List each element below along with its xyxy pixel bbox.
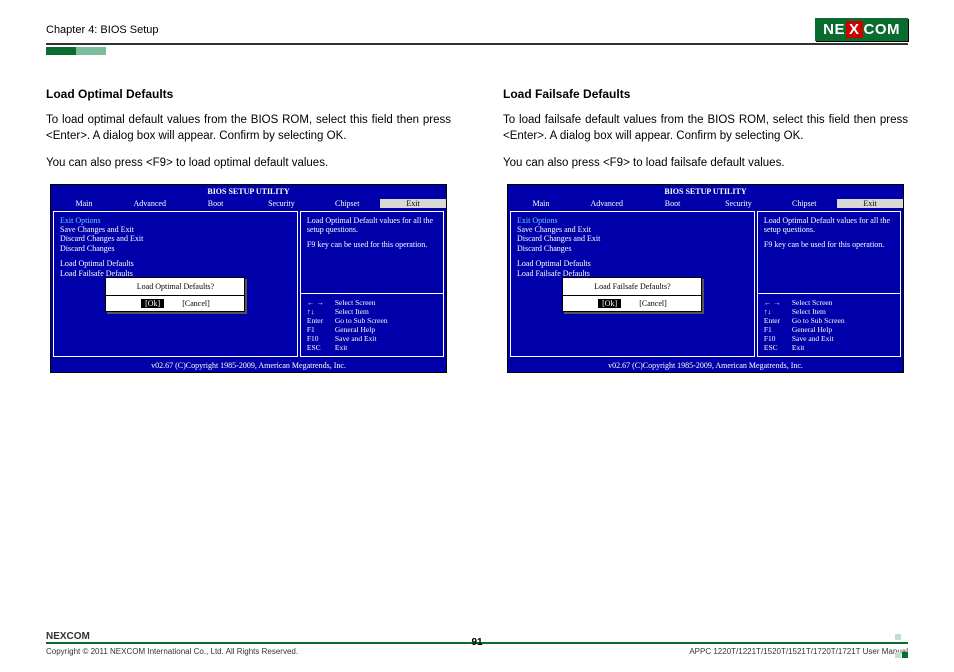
bios-item[interactable]: Discard Changes and Exit [517, 234, 748, 244]
confirm-dialog: Load Optimal Defaults? [Ok] [Cancel] [105, 277, 245, 312]
para-optimal-1: To load optimal default values from the … [46, 113, 451, 144]
decorative-squares [894, 627, 908, 663]
bios-tab-boot[interactable]: Boot [183, 199, 249, 208]
bios-tab-exit[interactable]: Exit [380, 199, 446, 208]
exit-options-heading: Exit Options [517, 216, 748, 225]
section-title-optimal: Load Optimal Defaults [46, 87, 451, 101]
nav-help: ← →Select Screen ↑↓Select Item EnterGo t… [764, 289, 894, 352]
confirm-dialog: Load Failsafe Defaults? [Ok] [Cancel] [562, 277, 702, 312]
bios-tab-main[interactable]: Main [508, 199, 574, 208]
para-optimal-2: You can also press <F9> to load optimal … [46, 156, 451, 172]
nav-help: ← →Select Screen ↑↓Select Item EnterGo t… [307, 289, 437, 352]
bios-item[interactable]: Discard Changes [60, 244, 291, 254]
bios-tab-security[interactable]: Security [705, 199, 771, 208]
page-header: Chapter 4: BIOS Setup NEXCOM [46, 18, 908, 45]
page-number: 91 [471, 637, 482, 648]
decorative-tabs [46, 47, 908, 55]
chapter-label: Chapter 4: BIOS Setup [46, 24, 159, 36]
cancel-button[interactable]: [Cancel] [182, 299, 210, 308]
bios-screenshot-failsafe: BIOS SETUP UTILITY Main Advanced Boot Se… [507, 184, 904, 373]
bios-tab-chipset[interactable]: Chipset [771, 199, 837, 208]
help-text: Load Optimal Default values for all the … [307, 216, 437, 234]
dialog-title: Load Failsafe Defaults? [563, 278, 701, 295]
ok-button[interactable]: [Ok] [598, 299, 621, 308]
para-failsafe-2: You can also press <F9> to load failsafe… [503, 156, 908, 172]
para-failsafe-1: To load failsafe default values from the… [503, 113, 908, 144]
exit-options-heading: Exit Options [60, 216, 291, 225]
bios-tab-advanced[interactable]: Advanced [117, 199, 183, 208]
bios-item[interactable]: Discard Changes and Exit [60, 234, 291, 244]
bios-item[interactable]: Save Changes and Exit [60, 225, 291, 235]
brand-logo: NEXCOM [815, 18, 908, 41]
help-text-2: F9 key can be used for this operation. [307, 240, 437, 249]
bios-copyright: v02.67 (C)Copyright 1985-2009, American … [51, 359, 446, 372]
help-text: Load Optimal Default values for all the … [764, 216, 894, 234]
bios-screenshot-optimal: BIOS SETUP UTILITY Main Advanced Boot Se… [50, 184, 447, 373]
bios-tab-chipset[interactable]: Chipset [314, 199, 380, 208]
document-reference: APPC 1220T/1221T/1520T/1521T/1720T/1721T… [689, 647, 908, 656]
bios-item-selected[interactable]: Load Optimal Defaults [60, 259, 291, 269]
bios-item[interactable]: Load Optimal Defaults [517, 259, 748, 269]
bios-tab-security[interactable]: Security [248, 199, 314, 208]
bios-title: BIOS SETUP UTILITY [51, 185, 446, 198]
bios-tab-main[interactable]: Main [51, 199, 117, 208]
dialog-title: Load Optimal Defaults? [106, 278, 244, 295]
bios-copyright: v02.67 (C)Copyright 1985-2009, American … [508, 359, 903, 372]
section-title-failsafe: Load Failsafe Defaults [503, 87, 908, 101]
ok-button[interactable]: [Ok] [141, 299, 164, 308]
help-text-2: F9 key can be used for this operation. [764, 240, 894, 249]
bios-menu-bar: Main Advanced Boot Security Chipset Exit [51, 198, 446, 209]
bios-title: BIOS SETUP UTILITY [508, 185, 903, 198]
bios-item[interactable]: Discard Changes [517, 244, 748, 254]
cancel-button[interactable]: [Cancel] [639, 299, 667, 308]
page-footer: NEXCOM Copyright © 2011 NEXCOM Internati… [46, 631, 908, 656]
bios-item[interactable]: Save Changes and Exit [517, 225, 748, 235]
bios-menu-bar: Main Advanced Boot Security Chipset Exit [508, 198, 903, 209]
copyright: Copyright © 2011 NEXCOM International Co… [46, 647, 298, 656]
column-right: Load Failsafe Defaults To load failsafe … [503, 87, 908, 373]
bios-tab-advanced[interactable]: Advanced [574, 199, 640, 208]
bios-tab-exit[interactable]: Exit [837, 199, 903, 208]
bios-tab-boot[interactable]: Boot [640, 199, 706, 208]
column-left: Load Optimal Defaults To load optimal de… [46, 87, 451, 373]
